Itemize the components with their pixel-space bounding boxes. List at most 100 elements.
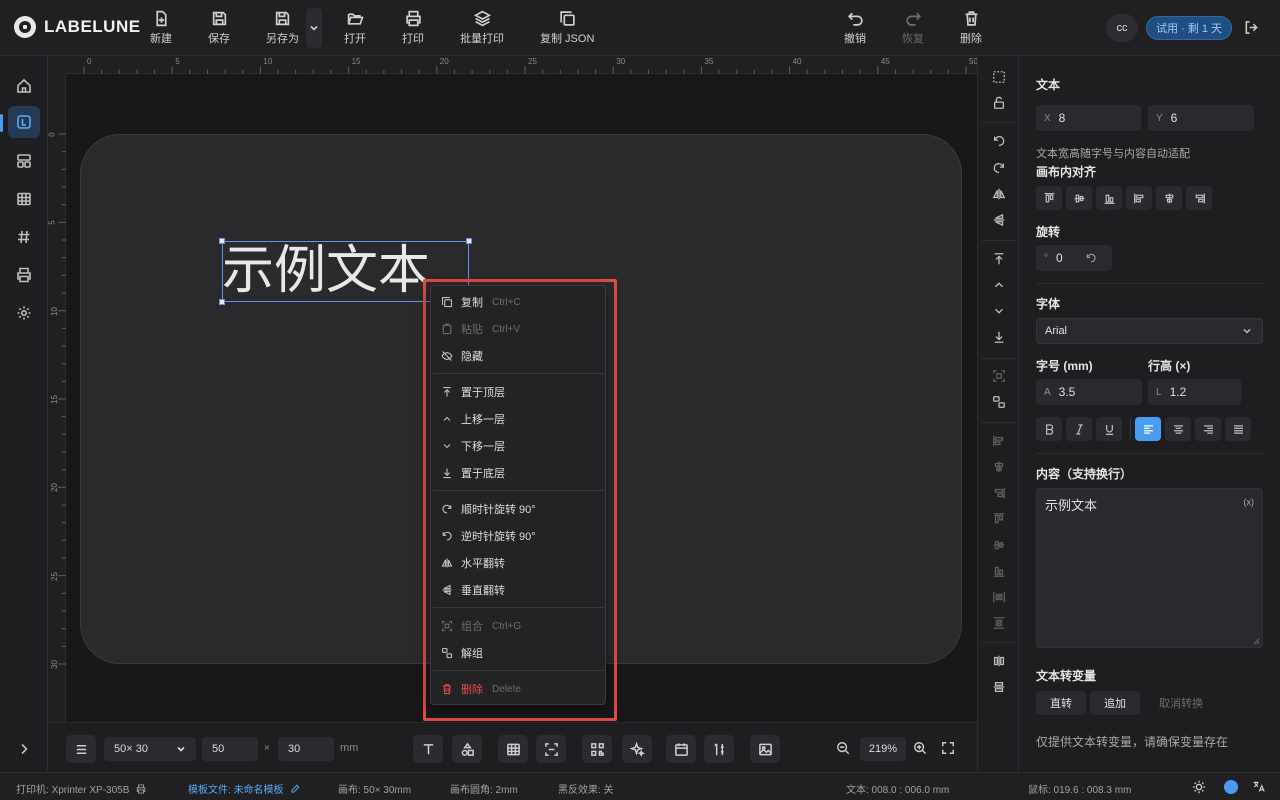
canvas-align-left[interactable] — [1126, 186, 1152, 210]
undo-button[interactable]: 撤销 — [844, 10, 866, 48]
canvas-align-right[interactable] — [1186, 186, 1212, 210]
cancel-convert-button[interactable]: 取消转换 — [1148, 691, 1214, 715]
context-menu-item[interactable]: 复制 Ctrl+C — [431, 289, 607, 315]
move-down-button[interactable] — [990, 302, 1008, 320]
nav-variables[interactable] — [8, 221, 40, 253]
rotate-input[interactable]: ° 0 — [1036, 245, 1112, 271]
copy-json-button[interactable]: 复制 JSON — [540, 10, 594, 48]
context-menu-item[interactable]: 逆时针旋转 90° — [431, 523, 607, 549]
add-shape-button[interactable] — [452, 735, 482, 763]
context-menu-item[interactable]: 上移一层 — [431, 406, 607, 432]
add-serial-button[interactable] — [704, 735, 734, 763]
flip-vertical-button[interactable] — [990, 211, 1008, 229]
y-input[interactable]: Y6 — [1148, 105, 1254, 131]
direct-convert-button[interactable]: 直转 — [1036, 691, 1086, 715]
underline-button[interactable] — [1096, 417, 1122, 441]
template-file-status[interactable]: 模板文件: 未命名模板 — [188, 781, 300, 796]
text-align-right-button[interactable] — [1195, 417, 1221, 441]
align-bottom-button[interactable] — [990, 562, 1008, 580]
context-menu-item[interactable]: 垂直翻转 — [431, 577, 607, 603]
content-textarea[interactable]: 示例文本 (x) — [1036, 488, 1263, 648]
line-height-input[interactable]: L 1.2 — [1148, 379, 1241, 405]
canvas-align-top[interactable] — [1036, 186, 1062, 210]
add-text-button[interactable] — [413, 735, 443, 763]
delete-button[interactable]: 删除 — [960, 10, 982, 48]
center-v-button[interactable] — [990, 678, 1008, 696]
context-menu-item[interactable]: 解组 — [431, 640, 607, 666]
zoom-in-button[interactable] — [913, 741, 927, 758]
send-to-back-button[interactable] — [990, 328, 1008, 346]
add-image-button[interactable] — [750, 735, 780, 763]
save-as-button[interactable]: 另存为 — [266, 10, 299, 48]
size-preset-select[interactable]: 50× 30 — [104, 737, 196, 761]
align-center-h-button[interactable] — [990, 458, 1008, 476]
width-input[interactable]: 50 — [202, 737, 258, 761]
center-h-button[interactable] — [990, 652, 1008, 670]
add-qrcode-button[interactable] — [582, 735, 612, 763]
height-input[interactable]: 30 — [278, 737, 334, 761]
distribute-h-button[interactable] — [990, 588, 1008, 606]
print-button[interactable]: 打印 — [402, 10, 424, 48]
align-left-button[interactable] — [990, 432, 1008, 450]
magic-button[interactable] — [622, 735, 652, 763]
x-input[interactable]: X8 — [1036, 105, 1141, 131]
context-menu-item[interactable]: 下移一层 — [431, 433, 607, 459]
font-select[interactable]: Arial — [1036, 318, 1263, 344]
fit-screen-button[interactable] — [941, 741, 955, 758]
move-up-button[interactable] — [990, 276, 1008, 294]
theme-toggle[interactable] — [1192, 780, 1206, 797]
accent-color-dot[interactable] — [1224, 780, 1238, 794]
ungroup-button[interactable] — [990, 393, 1008, 411]
nav-table[interactable] — [8, 183, 40, 215]
printer-status[interactable]: 打印机: Xprinter XP-305B — [16, 781, 146, 796]
align-top-button[interactable] — [990, 510, 1008, 528]
canvas-align-bottom[interactable] — [1096, 186, 1122, 210]
language-toggle[interactable] — [1252, 780, 1265, 796]
resize-handle-top-left[interactable] — [219, 238, 225, 244]
resize-handle-bottom-left[interactable] — [219, 299, 225, 305]
flip-horizontal-button[interactable] — [990, 185, 1008, 203]
bring-to-front-button[interactable] — [990, 250, 1008, 268]
lock-button[interactable] — [990, 94, 1008, 112]
context-menu-item[interactable]: 置于顶层 — [431, 379, 607, 405]
nav-templates[interactable] — [8, 145, 40, 177]
nav-label-editor[interactable] — [8, 106, 40, 138]
zoom-level[interactable]: 219% — [860, 737, 906, 761]
trial-badge[interactable]: 试用 · 剩 1 天 — [1146, 16, 1232, 40]
resize-handle-top-right[interactable] — [466, 238, 472, 244]
rotate-cw-button[interactable] — [990, 159, 1008, 177]
context-menu-item[interactable]: 水平翻转 — [431, 550, 607, 576]
context-menu-item[interactable]: 组合 Ctrl+G — [431, 613, 607, 639]
layers-menu-button[interactable] — [66, 735, 96, 763]
new-button[interactable]: 新建 — [150, 10, 172, 48]
text-justify-button[interactable] — [1225, 417, 1251, 441]
variable-insert-button[interactable]: (x) — [1244, 497, 1255, 507]
font-size-input[interactable]: A 3.5 — [1036, 379, 1142, 405]
context-menu-item[interactable]: 顺时针旋转 90° — [431, 496, 607, 522]
nav-printers[interactable] — [8, 259, 40, 291]
add-table-button[interactable] — [498, 735, 528, 763]
text-align-center-button[interactable] — [1165, 417, 1191, 441]
context-menu-item[interactable]: 删除 Delete — [431, 676, 607, 702]
batch-print-button[interactable]: 批量打印 — [460, 10, 504, 48]
align-center-v-button[interactable] — [990, 536, 1008, 554]
nav-home[interactable] — [8, 70, 40, 102]
canvas-align-center[interactable] — [1156, 186, 1182, 210]
add-barcode-button[interactable] — [536, 735, 566, 763]
redo-button[interactable]: 恢复 — [902, 10, 924, 48]
distribute-v-button[interactable] — [990, 614, 1008, 632]
append-variable-button[interactable]: 追加 — [1090, 691, 1140, 715]
zoom-out-button[interactable] — [836, 741, 850, 758]
open-button[interactable]: 打开 — [344, 10, 366, 48]
text-align-left-button[interactable] — [1135, 417, 1161, 441]
bold-button[interactable] — [1036, 417, 1062, 441]
save-as-dropdown[interactable] — [306, 8, 322, 48]
save-button[interactable]: 保存 — [208, 10, 230, 48]
add-date-button[interactable] — [666, 735, 696, 763]
canvas-align-middle[interactable] — [1066, 186, 1092, 210]
context-menu-item[interactable]: 置于底层 — [431, 460, 607, 486]
logout-button[interactable] — [1244, 20, 1259, 38]
nav-settings[interactable] — [8, 297, 40, 329]
user-avatar[interactable]: cc — [1106, 14, 1138, 42]
expand-sidebar-button[interactable] — [8, 733, 40, 765]
